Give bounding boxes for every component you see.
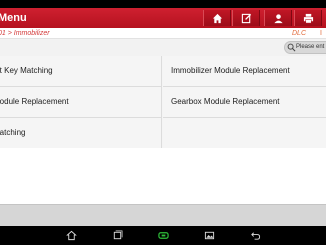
breadcrumb: 01 > Immobilizer (0, 30, 50, 37)
recent-apps-icon (113, 230, 122, 240)
gallery-icon (204, 231, 214, 240)
function-grid: eft Key Matching Immobilizer Module Repl… (0, 56, 326, 149)
nav-back-button[interactable] (249, 230, 261, 241)
header-bar: Menu (0, 8, 326, 28)
nav-recent-apps-button[interactable] (111, 230, 123, 241)
nav-gallery-button[interactable] (203, 230, 215, 241)
print-icon (303, 13, 313, 23)
function-item[interactable]: eft Key Matching (0, 56, 162, 87)
diagnostic-report-button[interactable] (232, 10, 260, 26)
page-title: Menu (0, 12, 27, 24)
function-item[interactable]: Module Replacement (0, 87, 162, 118)
home-icon (65, 230, 77, 241)
user-button[interactable] (264, 10, 292, 26)
edit-report-icon (241, 13, 251, 23)
back-icon (250, 232, 260, 240)
content-blank-area (0, 148, 326, 204)
vci-icon (157, 232, 169, 239)
search-input[interactable]: Please ent (284, 41, 326, 54)
android-nav-bar (0, 226, 326, 245)
function-item[interactable]: Matching (0, 118, 162, 149)
function-item-empty (163, 118, 326, 149)
function-item[interactable]: Gearbox Module Replacement (163, 87, 326, 118)
nav-vci-button[interactable] (157, 230, 169, 241)
nav-home-button[interactable] (65, 230, 77, 241)
breadcrumb-bar: 01 > Immobilizer DLC I (0, 28, 326, 39)
home-icon (212, 13, 222, 23)
search-placeholder: Please ent (296, 44, 325, 50)
search-icon (287, 43, 296, 52)
home-button[interactable] (203, 10, 231, 26)
search-row: Please ent (0, 39, 326, 56)
footer-bar (0, 204, 326, 226)
status-strip (0, 0, 326, 8)
dlc-tail-label: I (320, 30, 322, 37)
user-icon (273, 13, 283, 23)
print-button[interactable] (294, 10, 322, 26)
function-item[interactable]: Immobilizer Module Replacement (163, 56, 326, 87)
app-window: Menu 01 > Immobilizer DLC I Please ent e… (0, 0, 326, 245)
dlc-label[interactable]: DLC (292, 29, 306, 38)
